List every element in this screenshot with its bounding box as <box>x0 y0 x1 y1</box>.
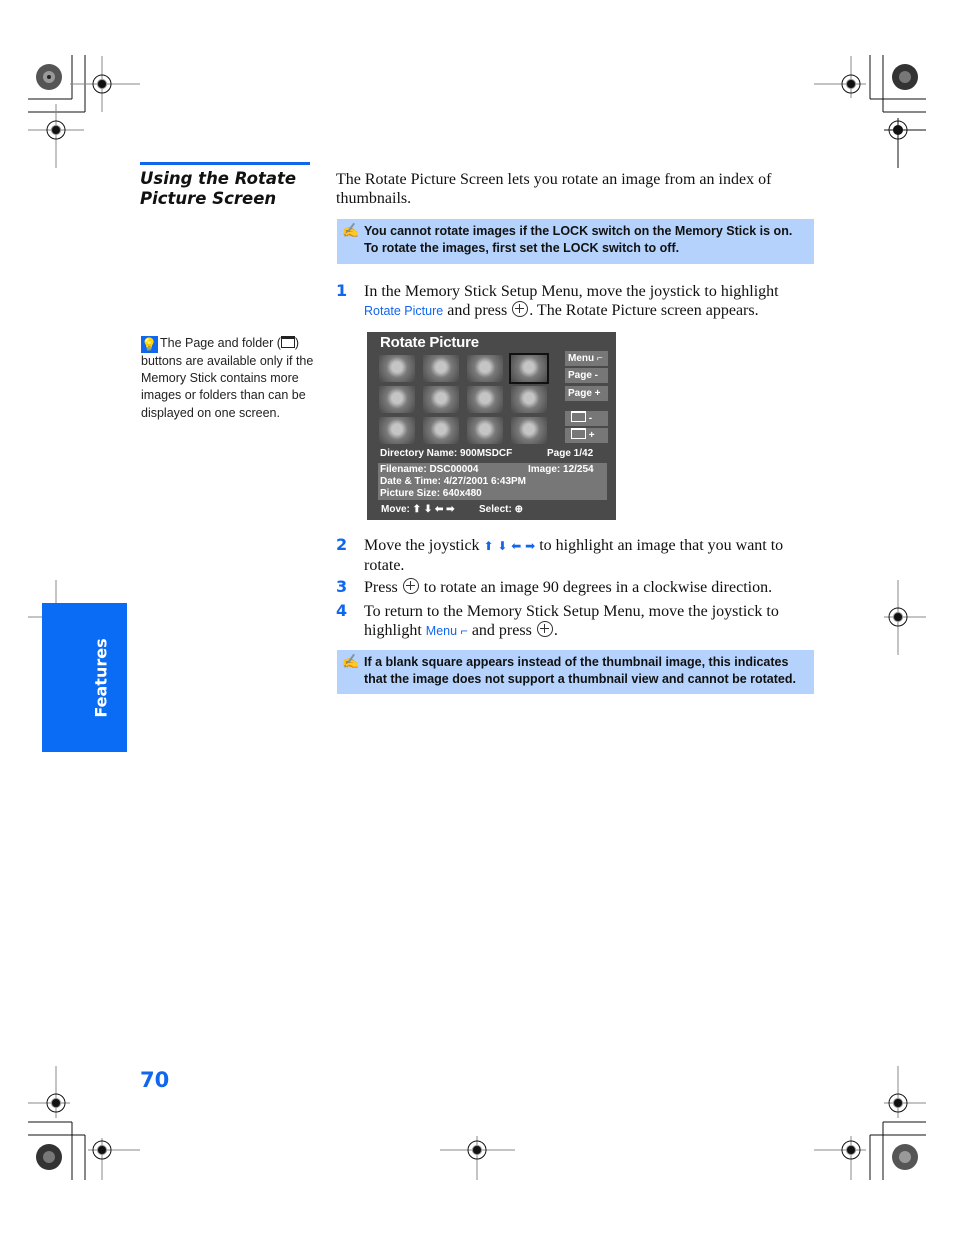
joystick-press-icon <box>536 621 553 637</box>
registration-target-icon <box>814 1136 866 1180</box>
side-tab-label: Features <box>91 638 111 718</box>
thumbnail[interactable] <box>509 353 549 384</box>
step-text-part: In the Memory Stick Setup Menu, move the… <box>364 283 779 300</box>
filename: Filename: DSC00004 <box>380 464 479 475</box>
image-count: Image: 12/254 <box>528 464 594 475</box>
note-text: You cannot rotate images if the LOCK swi… <box>364 224 793 255</box>
thumbnail[interactable] <box>423 417 459 444</box>
top-right-rosette-icon <box>892 64 918 90</box>
move-hint: Move: ⬆ ⬇ ⬅ ➡ <box>381 504 455 515</box>
step-number: 2 <box>336 535 348 554</box>
folder-icon <box>280 336 295 348</box>
step-text-part: and press <box>467 622 536 639</box>
step-text-part: . The Rotate Picture screen appears. <box>529 302 759 319</box>
page-plus-button[interactable]: Page + <box>565 386 608 401</box>
note-pencil-icon: ✍ <box>342 653 360 669</box>
note-text: If a blank square appears instead of the… <box>364 655 796 686</box>
step-text-part: and press <box>443 302 512 319</box>
thumbnail[interactable] <box>379 386 415 413</box>
menu-button[interactable]: Menu ⌐ <box>565 351 608 366</box>
bottom-left-rosette-icon <box>36 1144 62 1170</box>
joystick-press-icon <box>402 578 419 594</box>
step-text-part: Press <box>364 579 402 596</box>
registration-target-icon <box>884 1066 926 1118</box>
section-side-tab <box>42 603 127 752</box>
tip-text-part: The Page and folder ( <box>160 336 281 350</box>
thumbnail[interactable] <box>511 386 547 413</box>
rotate-picture-screen: Rotate Picture Menu ⌐ Page - Page + - + … <box>367 332 616 520</box>
step-text-part: Move the joystick <box>364 537 484 554</box>
joystick-press-icon <box>512 301 529 317</box>
registration-target-icon <box>814 56 866 98</box>
bottom-right-rosette-icon <box>892 1144 918 1170</box>
folder-plus-label: + <box>588 430 595 441</box>
folder-minus-button[interactable]: - <box>565 411 608 426</box>
step-text: Move the joystick ⬆ ⬇ ⬅ ➡ to highlight a… <box>364 536 816 575</box>
tip-box: 💡 The Page and folder () buttons are avai… <box>141 335 316 422</box>
intro-paragraph: The Rotate Picture Screen lets you rotat… <box>336 171 772 207</box>
step-text: In the Memory Stick Setup Menu, move the… <box>364 282 816 321</box>
folder-minus-label: - <box>588 413 593 424</box>
top-left-rosette-icon <box>36 64 62 90</box>
screen-title: Rotate Picture <box>380 334 479 351</box>
registration-target-icon <box>884 118 926 168</box>
picture-size: Picture Size: 640x480 <box>380 488 482 499</box>
step-text-part: . <box>553 622 558 639</box>
image-info-box: Filename: DSC00004 Image: 12/254 Date & … <box>378 463 607 500</box>
registration-target-icon <box>70 56 140 112</box>
step-text: Press to rotate an image 90 degrees in a… <box>364 578 816 597</box>
page-minus-button[interactable]: Page - <box>565 368 608 383</box>
registration-target-icon <box>88 1138 140 1180</box>
thumbnail[interactable] <box>511 417 547 444</box>
folder-icon <box>571 411 586 422</box>
registration-target-icon <box>884 580 926 655</box>
tip-lightbulb-icon: 💡 <box>141 336 158 353</box>
directory-name: Directory Name: 900MSDCF <box>380 448 513 459</box>
heading-rule <box>140 162 310 165</box>
thumbnail[interactable] <box>467 386 503 413</box>
thumbnail[interactable] <box>467 417 503 444</box>
date-time: Date & Time: 4/27/2001 6:43PM <box>380 476 527 487</box>
step-number: 3 <box>336 577 348 596</box>
page-number: 70 <box>140 1068 170 1092</box>
registration-target-icon <box>440 1136 515 1180</box>
note-box: ✍ If a blank square appears instead of t… <box>337 650 814 694</box>
step-text: To return to the Memory Stick Setup Menu… <box>364 602 816 641</box>
thumbnail[interactable] <box>423 355 459 382</box>
step-number: 4 <box>336 601 348 620</box>
registration-target-icon <box>28 104 84 168</box>
folder-plus-button[interactable]: + <box>565 428 608 443</box>
folder-icon <box>571 428 586 439</box>
thumbnail[interactable] <box>467 355 503 382</box>
page-indicator: Page 1/42 <box>547 448 594 459</box>
registration-target-icon <box>28 1066 70 1118</box>
heading-line-1: Using the Rotate <box>140 169 297 188</box>
ui-reference-menu: Menu ⌐ <box>425 624 468 638</box>
select-hint: Select: ⊕ <box>479 504 523 515</box>
step-number: 1 <box>336 281 348 300</box>
note-box: ✍ You cannot rotate images if the LOCK s… <box>337 219 814 264</box>
thumbnail[interactable] <box>379 417 415 444</box>
ui-reference-rotate-picture: Rotate Picture <box>364 304 444 318</box>
step-text-part: to rotate an image 90 degrees in a clock… <box>419 579 773 596</box>
thumbnail[interactable] <box>423 386 459 413</box>
thumbnail[interactable] <box>379 355 415 382</box>
heading-line-2: Picture Screen <box>140 189 277 208</box>
joystick-arrows-icon: ⬆ ⬇ ⬅ ➡ <box>483 539 536 553</box>
note-pencil-icon: ✍ <box>342 222 360 238</box>
section-heading: Using the Rotate Picture Screen <box>140 169 320 209</box>
